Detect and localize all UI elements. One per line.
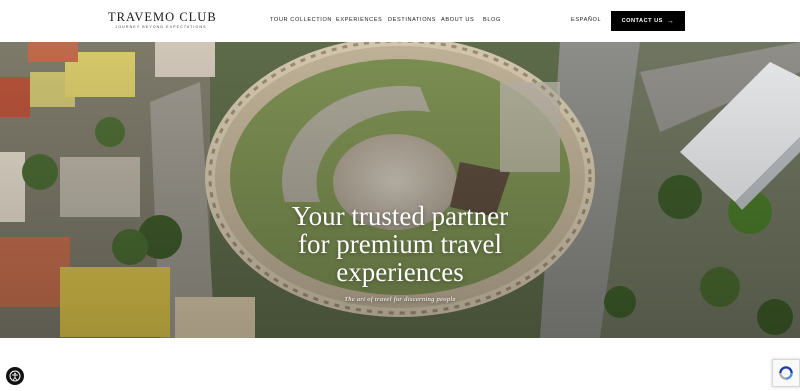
hero-section: Your trusted partner for premium travel … [0,42,800,338]
nav-item-destinations[interactable]: DESTINATIONS [388,17,436,23]
recaptcha-badge[interactable] [772,359,800,387]
brand-name: TRAVEMO CLUB [108,10,217,24]
accessibility-icon [9,370,21,382]
arrow-right-icon: → [666,17,675,25]
site-header: TRAVEMO CLUB JOURNEY BEYOND EXPECTATIONS… [0,0,800,42]
nav-item-about-us[interactable]: ABOUT US [441,17,474,23]
hero-title: Your trusted partner for premium travel … [200,202,600,286]
contact-us-button[interactable]: CONTACT US → [611,11,685,31]
nav-item-blog[interactable]: BLOG [483,17,501,23]
accessibility-button[interactable] [6,367,24,385]
hero-title-line: experiences [336,257,464,287]
brand-tagline: JOURNEY BEYOND EXPECTATIONS [115,25,207,29]
hero-title-line: for premium travel [298,229,502,259]
contact-us-label: CONTACT US [621,18,663,24]
language-switch[interactable]: ESPAÑOL [571,17,601,23]
hero-subtitle: The art of travel for discerning people [344,296,456,303]
recaptcha-icon [779,366,793,380]
hero-title-line: Your trusted partner [291,201,509,231]
hero-text-block: Your trusted partner for premium travel … [200,202,600,303]
brand-logo[interactable]: TRAVEMO CLUB JOURNEY BEYOND EXPECTATIONS [108,10,217,29]
nav-item-experiences[interactable]: EXPERIENCES [336,17,382,23]
nav-item-tour-collection[interactable]: TOUR COLLECTION [270,17,332,23]
